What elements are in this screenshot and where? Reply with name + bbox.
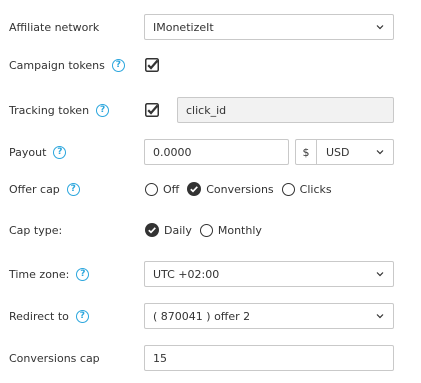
- tracking-token-label-wrap: Tracking token ?: [9, 96, 110, 124]
- payout-label-wrap: Payout ?: [9, 138, 67, 166]
- chevron-down-icon: [376, 150, 384, 155]
- cap-type-daily-label: Daily: [164, 223, 192, 237]
- offer-cap-off-label: Off: [163, 182, 180, 196]
- offer-cap-conversions-label: Conversions: [206, 182, 274, 196]
- cap-type-row: Cap type: Daily Monthly: [0, 216, 421, 244]
- payout-value: 0.0000: [153, 145, 192, 159]
- time-zone-label-wrap: Time zone: ?: [9, 260, 90, 288]
- radio-checked-icon: [187, 182, 202, 196]
- redirect-to-value: ( 870041 ) offer 2: [153, 309, 251, 323]
- tracking-token-input[interactable]: click_id: [177, 97, 394, 123]
- radio-off-icon: [145, 182, 158, 196]
- offer-cap-off-radio[interactable]: Off: [145, 182, 180, 196]
- conversions-cap-input[interactable]: 15: [144, 345, 394, 371]
- offer-cap-clicks-label: Clicks: [299, 182, 332, 196]
- offer-cap-clicks-radio[interactable]: Clicks: [281, 182, 332, 196]
- cap-type-radio-group: Daily Monthly: [145, 216, 270, 244]
- payout-label: Payout: [9, 145, 47, 159]
- tracking-token-value: click_id: [186, 103, 227, 117]
- offer-cap-conversions-radio[interactable]: Conversions: [187, 182, 274, 196]
- chevron-down-icon: [376, 272, 384, 277]
- conversions-cap-label: Conversions cap: [9, 351, 100, 365]
- time-zone-label: Time zone:: [9, 267, 70, 281]
- currency-symbol: $: [302, 145, 310, 159]
- radio-checked-icon: [145, 223, 159, 237]
- campaign-tokens-label-wrap: Campaign tokens ?: [9, 51, 125, 79]
- redirect-to-label-wrap: Redirect to ?: [9, 302, 89, 330]
- time-zone-value: UTC +02:00: [153, 267, 220, 281]
- currency-value: USD: [326, 145, 350, 159]
- help-icon[interactable]: ?: [66, 182, 80, 196]
- time-zone-select[interactable]: UTC +02:00: [144, 261, 394, 287]
- tracking-token-label: Tracking token: [9, 103, 90, 117]
- tracking-token-row: Tracking token ? click_id: [0, 96, 421, 124]
- tracking-token-checkbox[interactable]: [145, 103, 159, 117]
- time-zone-row: Time zone: ? UTC +02:00: [0, 260, 421, 288]
- offer-cap-radio-group: Off Conversions Clicks: [145, 175, 340, 203]
- help-icon[interactable]: ?: [76, 267, 90, 281]
- help-icon[interactable]: ?: [75, 309, 89, 323]
- offer-cap-label-wrap: Offer cap ?: [9, 175, 80, 203]
- payout-input[interactable]: 0.0000: [144, 139, 289, 165]
- currency-symbol-addon: $: [295, 139, 317, 165]
- help-icon[interactable]: ?: [111, 58, 125, 72]
- cap-type-daily-radio[interactable]: Daily: [145, 223, 192, 237]
- cap-type-monthly-radio[interactable]: Monthly: [199, 223, 262, 237]
- chevron-down-icon: [376, 25, 384, 30]
- campaign-tokens-label: Campaign tokens: [9, 58, 105, 72]
- affiliate-network-select[interactable]: IMonetizeIt: [144, 14, 394, 40]
- affiliate-network-value: IMonetizeIt: [153, 20, 214, 34]
- currency-select[interactable]: USD: [316, 139, 394, 165]
- chevron-down-icon: [376, 314, 384, 319]
- conversions-cap-value: 15: [153, 351, 167, 365]
- offer-cap-label: Offer cap: [9, 182, 60, 196]
- cap-type-label: Cap type:: [9, 223, 63, 237]
- payout-row: Payout ? 0.0000 $ USD: [0, 138, 421, 166]
- redirect-to-row: Redirect to ? ( 870041 ) offer 2: [0, 302, 421, 330]
- offer-cap-row: Offer cap ? Off Conversions Clicks: [0, 175, 421, 203]
- help-icon[interactable]: ?: [96, 103, 110, 117]
- radio-off-icon: [281, 182, 295, 196]
- campaign-tokens-checkbox[interactable]: [145, 58, 159, 72]
- campaign-tokens-row: Campaign tokens ?: [0, 51, 421, 79]
- radio-off-icon: [199, 223, 213, 237]
- help-icon[interactable]: ?: [53, 145, 67, 159]
- redirect-to-label: Redirect to: [9, 309, 69, 323]
- conversions-cap-row: Conversions cap 15: [0, 344, 421, 372]
- affiliate-network-label: Affiliate network: [9, 20, 100, 34]
- affiliate-network-row: Affiliate network IMonetizeIt: [0, 13, 421, 41]
- cap-type-monthly-label: Monthly: [217, 223, 262, 237]
- redirect-to-select[interactable]: ( 870041 ) offer 2: [144, 303, 394, 329]
